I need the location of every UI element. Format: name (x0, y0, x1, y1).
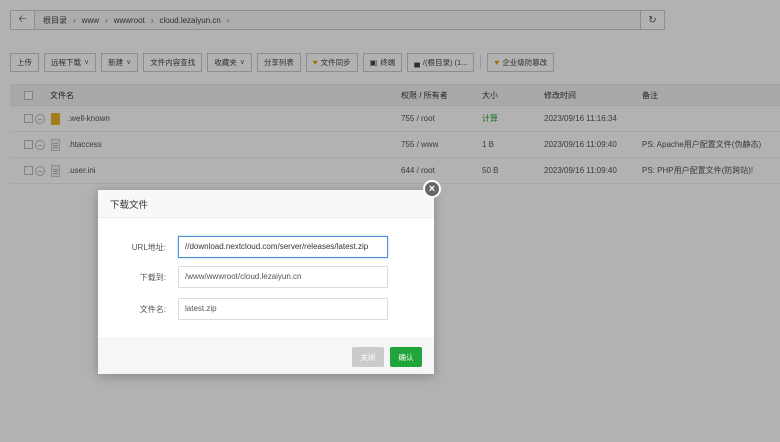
dialog-footer: 关闭 确认 (98, 338, 434, 374)
confirm-button[interactable]: 确认 (390, 347, 422, 367)
close-button[interactable]: 关闭 (352, 347, 384, 367)
close-icon[interactable]: × (423, 180, 441, 198)
dest-input[interactable]: /www/wwwroot/cloud.lezaiyun.cn (178, 266, 388, 288)
filename-label: 文件名: (139, 304, 166, 314)
filename-input[interactable]: latest.zip (178, 298, 388, 320)
dest-label: 下载到: (139, 272, 166, 282)
url-field-row: URL地址: //download.nextcloud.com/server/r… (98, 236, 434, 258)
url-label: URL地址: (131, 242, 166, 252)
filename-field-row: 文件名: latest.zip (98, 298, 434, 320)
dest-field-row: 下载到: /www/wwwroot/cloud.lezaiyun.cn (98, 266, 434, 288)
dialog-title: 下载文件 (98, 190, 434, 218)
download-dialog: 下载文件 × URL地址: //download.nextcloud.com/s… (98, 180, 441, 374)
url-input[interactable]: //download.nextcloud.com/server/releases… (178, 236, 388, 258)
